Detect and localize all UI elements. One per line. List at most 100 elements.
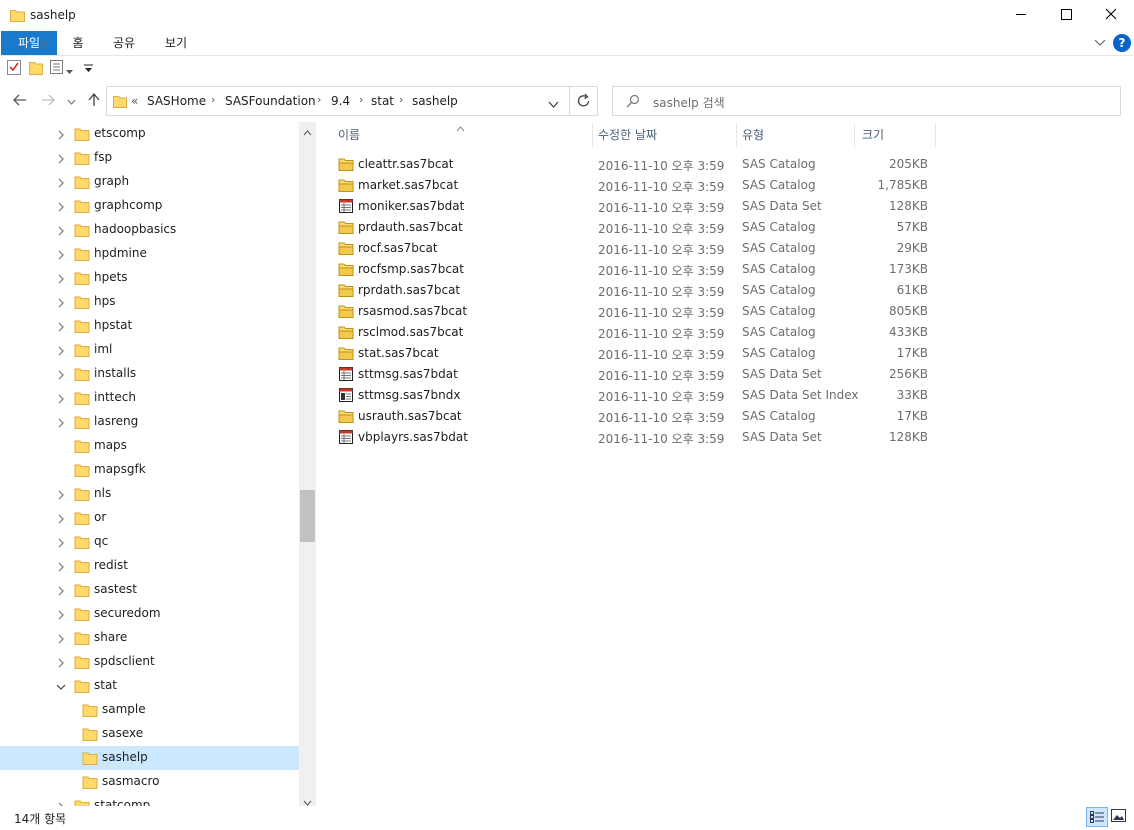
search-input[interactable]: sashelp 검색 bbox=[653, 94, 725, 111]
forward-button[interactable] bbox=[38, 90, 58, 112]
tree-item-sashelp[interactable]: sashelp bbox=[0, 746, 299, 770]
tree-item-lasreng[interactable]: lasreng bbox=[0, 410, 299, 434]
tree-item-hpdmine[interactable]: hpdmine bbox=[0, 242, 299, 266]
view-options-icon[interactable] bbox=[50, 60, 66, 77]
chevron-right-icon[interactable] bbox=[56, 369, 66, 380]
new-folder-icon[interactable] bbox=[29, 60, 43, 78]
column-divider[interactable] bbox=[592, 124, 593, 147]
maximize-button[interactable] bbox=[1043, 0, 1089, 31]
breadcrumb-sasfoundation[interactable]: SASFoundation bbox=[225, 94, 316, 108]
file-row[interactable]: vbplayrs.sas7bdat 2016-11-10 오후 3:59 SAS D… bbox=[334, 427, 934, 448]
tree-item-mapsgfk[interactable]: mapsgfk bbox=[0, 458, 299, 482]
scrollbar-thumb[interactable] bbox=[300, 490, 315, 542]
tab-share[interactable]: 공유 bbox=[104, 31, 144, 55]
column-divider[interactable] bbox=[736, 124, 737, 147]
scroll-up-icon[interactable] bbox=[303, 125, 312, 139]
column-header-type[interactable]: 유형 bbox=[742, 124, 764, 147]
file-row[interactable]: rsasmod.sas7bcat 2016-11-10 오후 3:59 SAS Ca… bbox=[334, 301, 934, 322]
tree-item-hpets[interactable]: hpets bbox=[0, 266, 299, 290]
chevron-right-icon[interactable] bbox=[56, 393, 66, 404]
file-row[interactable]: rocfsmp.sas7bcat 2016-11-10 오후 3:59 SAS Ca… bbox=[334, 259, 934, 280]
tree-item-or[interactable]: or bbox=[0, 506, 299, 530]
tree-item-graph[interactable]: graph bbox=[0, 170, 299, 194]
tree-item-sasmacro[interactable]: sasmacro bbox=[0, 770, 299, 794]
chevron-right-icon[interactable] bbox=[56, 321, 66, 332]
tree-item-spdsclient[interactable]: spdsclient bbox=[0, 650, 299, 674]
file-row[interactable]: sttmsg.sas7bdat 2016-11-10 오후 3:59 SAS Dat… bbox=[334, 364, 934, 385]
tree-item-hps[interactable]: hps bbox=[0, 290, 299, 314]
chevron-down-icon[interactable] bbox=[1094, 37, 1106, 51]
help-icon[interactable]: ? bbox=[1113, 34, 1131, 52]
scroll-down-icon[interactable] bbox=[303, 795, 312, 806]
minimize-button[interactable] bbox=[998, 0, 1044, 31]
column-divider[interactable] bbox=[935, 124, 936, 147]
chevron-right-icon[interactable] bbox=[56, 297, 66, 308]
tree-item-redist[interactable]: redist bbox=[0, 554, 299, 578]
close-button[interactable] bbox=[1088, 0, 1134, 31]
tree-item-iml[interactable]: iml bbox=[0, 338, 299, 362]
tree-item-sample[interactable]: sample bbox=[0, 698, 299, 722]
chevron-right-icon[interactable] bbox=[56, 177, 66, 188]
chevron-right-icon[interactable] bbox=[56, 129, 66, 140]
column-header-name[interactable]: 이름 bbox=[338, 124, 360, 147]
file-row[interactable]: rsclmod.sas7bcat 2016-11-10 오후 3:59 SAS Ca… bbox=[334, 322, 934, 343]
tree-item-share[interactable]: share bbox=[0, 626, 299, 650]
breadcrumb-overflow[interactable]: « bbox=[131, 94, 138, 108]
chevron-right-icon[interactable] bbox=[56, 417, 66, 428]
chevron-right-icon[interactable] bbox=[56, 513, 66, 524]
breadcrumb-sashome[interactable]: SASHome bbox=[147, 94, 206, 108]
recent-locations-button[interactable] bbox=[63, 90, 79, 112]
chevron-right-icon[interactable] bbox=[56, 249, 66, 260]
tree-item-inttech[interactable]: inttech bbox=[0, 386, 299, 410]
chevron-right-icon[interactable]: › bbox=[399, 93, 403, 106]
chevron-right-icon[interactable] bbox=[56, 273, 66, 284]
breadcrumb-sashelp[interactable]: sashelp bbox=[412, 94, 458, 108]
chevron-right-icon[interactable] bbox=[56, 201, 66, 212]
tree-item-fsp[interactable]: fsp bbox=[0, 146, 299, 170]
chevron-right-icon[interactable] bbox=[56, 225, 66, 236]
search-box[interactable]: sashelp 검색 bbox=[612, 86, 1121, 116]
tree-item-qc[interactable]: qc bbox=[0, 530, 299, 554]
properties-icon[interactable] bbox=[7, 60, 21, 78]
vertical-scrollbar[interactable] bbox=[299, 122, 316, 806]
tab-view[interactable]: 보기 bbox=[156, 31, 196, 55]
up-button[interactable] bbox=[84, 90, 104, 112]
file-row[interactable]: cleattr.sas7bcat 2016-11-10 오후 3:59 SAS Ca… bbox=[334, 154, 934, 175]
file-row[interactable]: sttmsg.sas7bndx 2016-11-10 오후 3:59 SAS Dat… bbox=[334, 385, 934, 406]
refresh-icon[interactable] bbox=[577, 93, 591, 111]
chevron-right-icon[interactable] bbox=[56, 489, 66, 500]
tree-item-nls[interactable]: nls bbox=[0, 482, 299, 506]
chevron-right-icon[interactable] bbox=[56, 345, 66, 356]
chevron-right-icon[interactable] bbox=[56, 561, 66, 572]
file-row[interactable]: rprdath.sas7bcat 2016-11-10 오후 3:59 SAS Ca… bbox=[334, 280, 934, 301]
tree-item-etscomp[interactable]: etscomp bbox=[0, 122, 299, 146]
chevron-right-icon[interactable] bbox=[56, 537, 66, 548]
chevron-right-icon[interactable]: › bbox=[211, 93, 215, 106]
dropdown-arrow-icon[interactable] bbox=[66, 64, 73, 78]
file-row[interactable]: moniker.sas7bdat 2016-11-10 오후 3:59 SAS Da… bbox=[334, 196, 934, 217]
tree-item-stat[interactable]: stat bbox=[0, 674, 299, 698]
file-row[interactable]: stat.sas7bcat 2016-11-10 오후 3:59 SAS Catal… bbox=[334, 343, 934, 364]
back-button[interactable] bbox=[10, 90, 30, 112]
tree-item-graphcomp[interactable]: graphcomp bbox=[0, 194, 299, 218]
tree-item-hadoopbasics[interactable]: hadoopbasics bbox=[0, 218, 299, 242]
chevron-right-icon[interactable] bbox=[56, 585, 66, 596]
tree-item-statcomp[interactable]: statcomp bbox=[0, 794, 299, 806]
breadcrumb-stat[interactable]: stat bbox=[371, 94, 394, 108]
chevron-right-icon[interactable] bbox=[56, 657, 66, 668]
tree-item-sastest[interactable]: sastest bbox=[0, 578, 299, 602]
address-bar[interactable]: « SASHome › SASFoundation › 9.4 › stat ›… bbox=[106, 86, 598, 116]
customize-dropdown-icon[interactable] bbox=[84, 62, 93, 76]
chevron-down-icon[interactable] bbox=[56, 681, 66, 691]
tree-item-installs[interactable]: installs bbox=[0, 362, 299, 386]
chevron-right-icon[interactable] bbox=[56, 609, 66, 620]
chevron-right-icon[interactable] bbox=[56, 633, 66, 644]
tree-item-securedom[interactable]: securedom bbox=[0, 602, 299, 626]
chevron-right-icon[interactable]: › bbox=[359, 93, 363, 106]
large-icons-view-button[interactable] bbox=[1111, 809, 1126, 826]
file-row[interactable]: market.sas7bcat 2016-11-10 오후 3:59 SAS Cat… bbox=[334, 175, 934, 196]
column-header-size[interactable]: 크기 bbox=[862, 124, 884, 147]
file-row[interactable]: usrauth.sas7bcat 2016-11-10 오후 3:59 SAS Ca… bbox=[334, 406, 934, 427]
file-row[interactable]: prdauth.sas7bcat 2016-11-10 오후 3:59 SAS Ca… bbox=[334, 217, 934, 238]
chevron-right-icon[interactable]: › bbox=[317, 93, 321, 106]
